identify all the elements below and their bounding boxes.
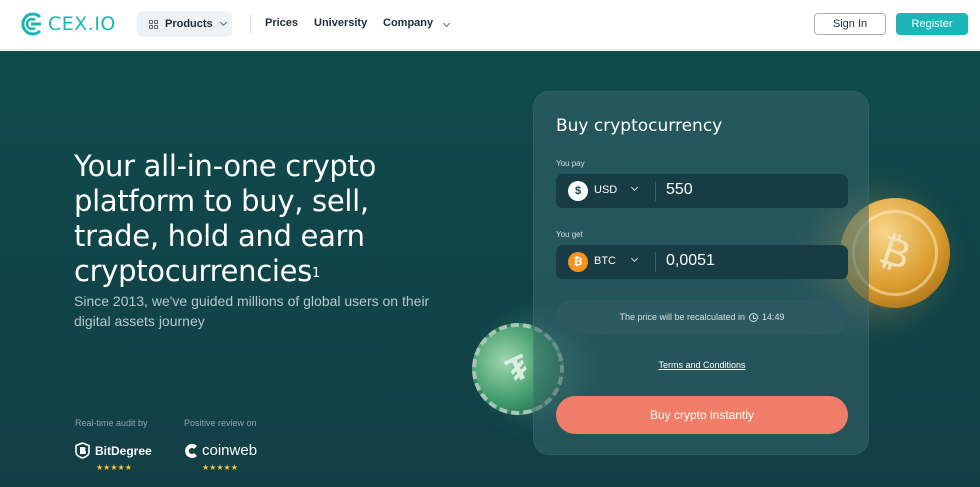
recalc-text: The price will be recalculated in <box>619 312 746 322</box>
cex-logo[interactable]: CEX.IO <box>19 11 116 37</box>
bitdegree-logo-icon <box>75 442 90 459</box>
field-divider <box>655 252 656 272</box>
recalc-time: 14:49 <box>762 312 785 322</box>
register-button[interactable]: Register <box>896 13 968 35</box>
get-currency-code: BTC <box>594 255 616 267</box>
hero-title-text: Your all-in-one crypto platform to buy, … <box>74 149 377 288</box>
pay-currency-select[interactable]: $ USD <box>556 174 654 208</box>
cex-logo-icon <box>21 12 42 36</box>
sign-in-button[interactable]: Sign In <box>814 13 886 35</box>
get-amount-input[interactable]: 0,0051 <box>666 252 715 270</box>
you-get-label: You get <box>556 230 583 239</box>
coinweb-rating: ★★★★★ <box>202 463 238 472</box>
buy-crypto-widget: Buy cryptocurrency You pay $ USD 550 You… <box>533 91 869 455</box>
site-header: CEX.IO Products Prices University Compan… <box>0 0 980 50</box>
you-pay-label: You pay <box>556 159 585 168</box>
nav-company[interactable]: Company <box>383 17 451 29</box>
hero-subtitle: Since 2013, we've guided millions of glo… <box>74 293 430 329</box>
recalc-notice: The price will be recalculated in 14:49 <box>556 300 848 334</box>
chevron-down-icon <box>630 254 639 263</box>
chevron-down-icon <box>219 18 227 27</box>
products-grid-icon <box>149 19 158 29</box>
coinweb-name: coinweb <box>202 442 258 459</box>
bitcoin-icon: ₿ <box>568 252 588 272</box>
hero-title: Your all-in-one crypto platform to buy, … <box>74 149 434 289</box>
products-menu-button[interactable]: Products <box>137 11 232 37</box>
you-get-field: ₿ BTC 0,0051 <box>556 245 848 279</box>
chevron-down-icon <box>443 19 451 28</box>
bitdegree-rating: ★★★★★ <box>96 463 132 472</box>
clock-icon <box>749 312 759 322</box>
review-label: Positive review on <box>184 418 257 428</box>
terms-text[interactable]: Terms and Conditions <box>658 360 745 370</box>
bitdegree-badge[interactable]: BitDegree <box>75 442 152 459</box>
chevron-down-icon <box>630 183 639 192</box>
products-label: Products <box>165 18 213 30</box>
terms-link[interactable]: Terms and Conditions <box>534 360 870 370</box>
dollar-icon: $ <box>568 181 588 201</box>
nav-divider <box>250 14 251 34</box>
bitdegree-name: BitDegree <box>95 443 152 458</box>
pay-currency-code: USD <box>594 184 618 196</box>
get-currency-select[interactable]: ₿ BTC <box>556 245 654 279</box>
widget-title: Buy cryptocurrency <box>556 116 723 136</box>
audit-label: Real-time audit by <box>75 418 148 428</box>
coinweb-badge[interactable]: coinweb <box>184 442 257 459</box>
hero-section: Your all-in-one crypto platform to buy, … <box>0 51 980 487</box>
logo-text: CEX.IO <box>48 13 116 35</box>
pay-amount-input[interactable]: 550 <box>666 181 693 199</box>
field-divider <box>655 181 656 201</box>
buy-crypto-button[interactable]: Buy crypto instantly <box>556 396 848 434</box>
nav-prices[interactable]: Prices <box>265 17 298 29</box>
nav-company-label: Company <box>383 17 434 29</box>
coinweb-logo-icon <box>185 443 197 458</box>
hero-title-footnote: 1 <box>311 266 320 281</box>
you-pay-field: $ USD 550 <box>556 174 848 208</box>
nav-university[interactable]: University <box>314 17 367 29</box>
